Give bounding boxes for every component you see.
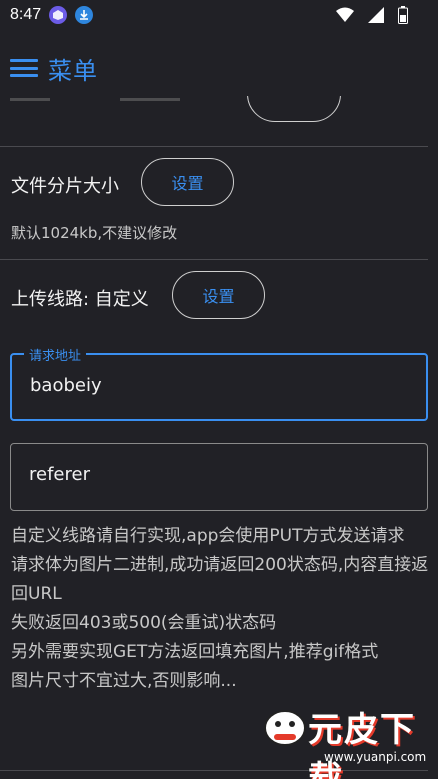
file-chunk-settings-button[interactable]: 设置 xyxy=(141,158,234,206)
wifi-icon xyxy=(336,7,354,22)
partial-text-fragment xyxy=(120,98,180,101)
divider xyxy=(0,146,428,147)
description-line: 图片尺寸不宜过大,否则影响... xyxy=(11,671,237,691)
description-line: 请求体为图片二进制,成功请返回200状态码,内容直接返回URL xyxy=(11,555,429,604)
watermark-url: www.yuanpi.com xyxy=(324,750,427,764)
divider xyxy=(0,259,428,260)
custom-route-description: 自定义线路请自行实现,app会使用PUT方式发送请求 请求体为图片二进制,成功请… xyxy=(11,522,431,696)
file-chunk-label: 文件分片大小 xyxy=(11,176,119,197)
upload-route-label: 上传线路: 自定义 xyxy=(11,289,149,310)
app-badge-icon xyxy=(49,6,68,24)
hamburger-menu-icon[interactable] xyxy=(10,56,38,80)
download-icon xyxy=(75,6,94,24)
upload-route-settings-button[interactable]: 设置 xyxy=(172,271,265,319)
status-time: 8:47 xyxy=(10,6,42,23)
watermark-brand: 元皮下载 xyxy=(308,710,416,779)
battery-icon xyxy=(398,6,408,24)
mascot-icon xyxy=(264,710,306,746)
status-bar: 8:47 xyxy=(0,0,438,30)
description-line: 自定义线路请自行实现,app会使用PUT方式发送请求 xyxy=(11,526,405,546)
partial-settings-button[interactable] xyxy=(247,96,341,122)
referer-field[interactable]: referer xyxy=(10,443,428,511)
app-bar: 菜单 xyxy=(0,40,438,96)
request-url-legend: 请求地址 xyxy=(24,345,87,364)
app-title: 菜单 xyxy=(48,56,98,85)
description-line: 失败返回403或500(会重试)状态码 xyxy=(11,613,277,633)
file-chunk-hint: 默认1024kb,不建议修改 xyxy=(11,224,178,242)
watermark: 元皮下载 www.yuanpi.com xyxy=(258,698,438,779)
signal-icon xyxy=(368,7,384,23)
request-url-value[interactable]: baobeiy xyxy=(30,375,102,396)
partial-text-fragment xyxy=(10,98,50,101)
description-line: 另外需要实现GET方法返回填充图片,推荐gif格式 xyxy=(11,642,379,662)
partial-row xyxy=(0,96,438,146)
referer-value[interactable]: referer xyxy=(29,464,90,485)
request-url-field[interactable]: 请求地址 baobeiy xyxy=(10,345,428,421)
